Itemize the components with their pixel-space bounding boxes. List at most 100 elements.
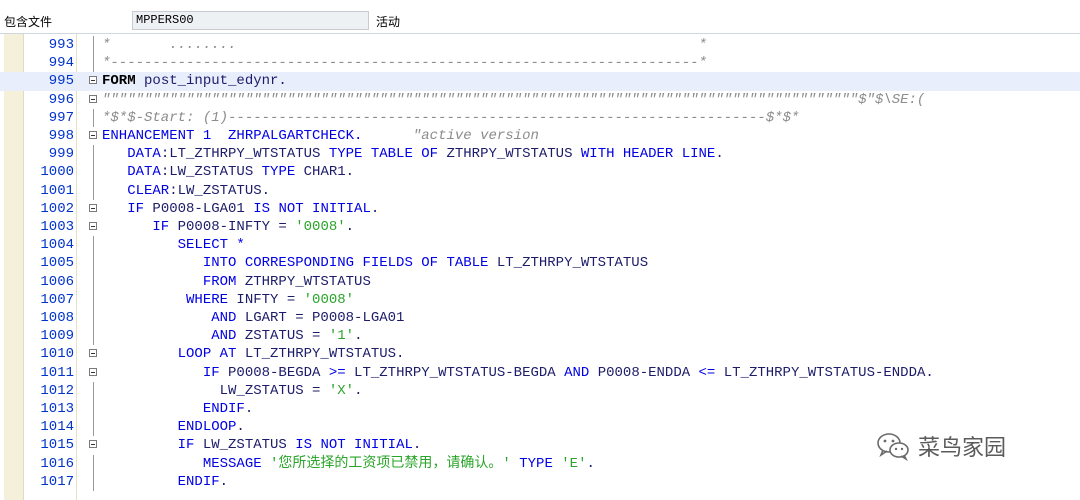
code-line[interactable]: 1001 CLEAR:LW_ZSTATUS. [0,181,1080,200]
code-text: ENHANCEMENT 1 ZHRPALGARTCHECK. "active v… [102,128,539,144]
line-number: 993 [48,37,74,53]
code-text: DATA:LW_ZSTATUS TYPE CHAR1. [102,164,355,181]
line-number: 999 [48,146,74,163]
code-text: FROM ZTHRPY_WTSTATUS [102,273,371,290]
line-number: 1010 [40,346,74,363]
code-line[interactable]: 1008 AND LGART = P0008-LGA01 [0,309,1080,328]
fold-guide [93,418,94,437]
line-number: 1003 [40,219,74,235]
code-line[interactable]: 1012 LW_ZSTATUS = 'X'. [0,381,1080,400]
fold-toggle-icon[interactable] [89,203,97,212]
code-line[interactable]: 1011 IF P0008-BEGDA >= LT_ZTHRPY_WTSTATU… [0,364,1080,382]
line-number: 1002 [40,200,74,217]
watermark-text: 菜鸟家园 [918,436,1007,461]
line-number: 1004 [40,237,74,254]
line-number: 1005 [40,255,74,272]
code-text: AND LGART = P0008-LGA01 [102,310,405,326]
code-line[interactable]: 1002 IF P0008-LGA01 IS NOT INITIAL. [0,200,1080,218]
code-text: FORM post_input_edynr. [102,73,287,90]
code-line[interactable]: 996 """""""""""""""""""""""""""""""""""""… [0,91,1080,109]
code-line[interactable]: 998 ENHANCEMENT 1 ZHRPALGARTCHECK. "activ… [0,127,1080,145]
fold-guide [93,454,94,473]
fold-guide [93,400,94,419]
line-number: 1000 [40,164,74,181]
code-text: IF P0008-INFTY = '0008'. [102,219,355,235]
line-number: 997 [48,109,74,126]
code-text: LW_ZSTATUS = 'X'. [102,382,363,399]
fold-toggle-icon[interactable] [89,349,97,358]
code-text: IF P0008-LGA01 IS NOT INITIAL. [102,200,380,217]
line-number: 1016 [40,455,74,472]
code-line[interactable]: 1005 INTO CORRESPONDING FIELDS OF TABLE … [0,254,1080,273]
package-label: 包含文件 [4,15,53,29]
code-line[interactable]: 1007 WHERE INFTY = '0008' [0,290,1080,309]
code-line[interactable]: 1000 DATA:LW_ZSTATUS TYPE CHAR1. [0,163,1080,182]
code-line[interactable]: 994 *------------------------------------… [0,54,1080,73]
code-line[interactable]: 1006 FROM ZTHRPY_WTSTATUS [0,272,1080,291]
line-number: 1009 [40,328,74,345]
fold-toggle-icon[interactable] [89,94,97,103]
code-text: IF LW_ZSTATUS IS NOT INITIAL. [102,437,422,454]
header-bar: 包含文件 MPPERS00 活动 [0,0,1080,33]
code-text: IF P0008-BEGDA >= LT_ZTHRPY_WTSTATUS-BEG… [102,364,934,381]
fold-guide [93,290,94,309]
line-number: 1015 [40,437,74,454]
fold-guide [93,54,94,73]
code-line[interactable]: 999 DATA:LT_ZTHRPY_WTSTATUS TYPE TABLE O… [0,145,1080,164]
code-text: WHERE INFTY = '0008' [102,291,355,308]
fold-guide [93,108,94,127]
code-text: ENDLOOP. [102,419,245,436]
code-text: CLEAR:LW_ZSTATUS. [102,182,271,199]
code-text: INTO CORRESPONDING FIELDS OF TABLE LT_ZT… [102,255,649,272]
include-name-field[interactable]: MPPERS00 [132,11,369,30]
wechat-icon [877,433,909,461]
watermark: 菜鸟家园 [876,430,1006,462]
fold-guide [93,163,94,182]
fold-guide [93,254,94,273]
fold-guide [93,36,94,55]
line-number: 1013 [40,401,74,417]
code-line[interactable]: 993 * ........ * [0,36,1080,55]
code-text: DATA:LT_ZTHRPY_WTSTATUS TYPE TABLE OF ZT… [102,146,724,163]
code-line[interactable]: 995 FORM post_input_edynr. [0,72,1080,91]
code-text: ENDIF. [102,401,254,417]
line-number: 1011 [40,364,74,381]
code-line[interactable]: 1017 ENDIF. [0,472,1080,491]
line-number: 1007 [40,291,74,308]
code-text: LOOP AT LT_ZTHRPY_WTSTATUS. [102,346,405,363]
fold-toggle-icon[interactable] [89,76,97,85]
fold-toggle-icon[interactable] [89,222,97,230]
fold-guide [93,236,94,255]
fold-guide [93,272,94,291]
code-line[interactable]: 997 *$*$-Start: (1)----------------------… [0,108,1080,127]
line-number: 1017 [40,473,74,490]
fold-toggle-icon[interactable] [89,131,97,139]
code-text: *$*$-Start: (1)-------------------------… [102,109,800,126]
line-number: 1006 [40,273,74,290]
line-number: 994 [48,55,74,72]
code-text: MESSAGE '您所选择的工资项已禁用，请确认。' TYPE 'E'. [102,455,595,472]
line-number: 1012 [40,382,74,399]
code-line[interactable]: 1013 ENDIF. [0,400,1080,419]
code-text: """"""""""""""""""""""""""""""""""""""""… [102,91,926,108]
code-text: AND ZSTATUS = '1'. [102,328,363,345]
code-line[interactable]: 1004 SELECT * [0,236,1080,255]
fold-toggle-icon[interactable] [89,440,97,449]
fold-toggle-icon[interactable] [89,367,97,376]
code-line[interactable]: 1009 AND ZSTATUS = '1'. [0,327,1080,346]
fold-guide [93,181,94,200]
fold-guide [93,309,94,328]
fold-guide [93,145,94,164]
code-line[interactable]: 1010 LOOP AT LT_ZTHRPY_WTSTATUS. [0,345,1080,363]
status-label: 活动 [376,15,401,29]
code-text: *---------------------------------------… [102,55,707,72]
code-text: ENDIF. [102,473,229,490]
code-line[interactable]: 1003 IF P0008-INFTY = '0008'. [0,218,1080,236]
line-number: 996 [48,91,74,108]
code-text: * ........ * [102,37,707,53]
line-number: 998 [48,128,74,144]
fold-guide [93,472,94,491]
line-number: 1008 [40,310,74,326]
fold-guide [93,381,94,400]
line-number: 1014 [40,419,74,436]
